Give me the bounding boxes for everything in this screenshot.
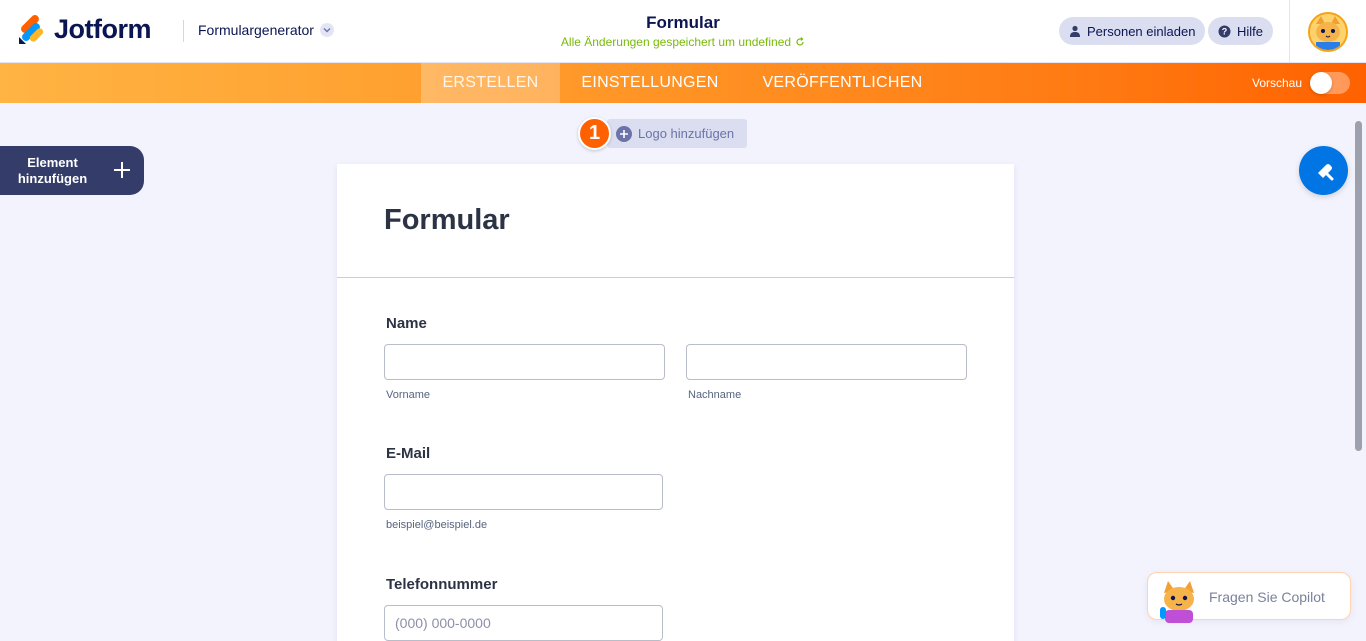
scrollbar[interactable] <box>1355 121 1362 451</box>
email-field[interactable] <box>384 474 663 510</box>
email-sublabel: beispiel@beispiel.de <box>386 519 488 531</box>
name-label[interactable]: Name <box>386 315 427 332</box>
invite-label: Personen einladen <box>1087 23 1196 39</box>
last-name-input[interactable] <box>686 344 967 380</box>
last-name-sublabel: Nachname <box>688 389 742 401</box>
step-number-badge: 1 <box>578 117 611 150</box>
builder-navbar: ERSTELLEN EINSTELLUNGEN VERÖFFENTLICHEN … <box>0 63 1366 103</box>
header-separator <box>1289 0 1290 63</box>
tab-label: EINSTELLUNGEN <box>581 74 719 91</box>
phone-placeholder: (000) 000-0000 <box>395 615 491 631</box>
preview-label: Vorschau <box>1252 76 1303 90</box>
avatar[interactable] <box>1308 12 1348 52</box>
form-heading[interactable]: Formular <box>384 204 510 237</box>
form-header[interactable]: Formular <box>337 164 1014 278</box>
phone-label[interactable]: Telefonnummer <box>386 576 497 593</box>
user-icon <box>1070 25 1080 37</box>
add-logo-button[interactable]: Logo hinzufügen <box>607 119 747 148</box>
tab-erstellen[interactable]: ERSTELLEN <box>421 63 560 103</box>
save-status-text: Alle Änderungen gespeichert um undefined <box>560 35 792 49</box>
toggle-knob <box>1310 72 1332 94</box>
copilot-cat-icon <box>1160 581 1194 623</box>
tab-label: VERÖFFENTLICHEN <box>762 74 923 91</box>
top-header: Jotform Formulargenerator Formular Alle … <box>0 0 1366 63</box>
preview-toggle[interactable] <box>1310 72 1350 94</box>
first-name-input[interactable] <box>384 344 665 380</box>
email-label[interactable]: E-Mail <box>386 445 430 462</box>
add-logo-label: Logo hinzufügen <box>638 126 735 141</box>
help-button[interactable]: ? Hilfe <box>1208 17 1274 45</box>
copilot-button[interactable]: Fragen Sie Copilot <box>1147 572 1351 623</box>
add-element-label: Element hinzufügen <box>17 154 88 186</box>
cat-avatar-icon <box>1310 14 1346 50</box>
save-status: Alle Änderungen gespeichert um undefined <box>561 35 805 49</box>
svg-text:?: ? <box>1222 26 1228 36</box>
form-card: Formular Name Vorname Nachname E-Mail be… <box>337 164 1014 641</box>
help-icon: ? <box>1218 25 1231 37</box>
first-name-sublabel: Vorname <box>386 389 431 401</box>
paint-roller-icon <box>1317 163 1333 180</box>
plus-icon <box>114 162 130 178</box>
add-element-button[interactable]: Element hinzufügen <box>0 146 144 195</box>
tab-label: ERSTELLEN <box>442 74 539 91</box>
tab-veroeffentlichen[interactable]: VERÖFFENTLICHEN <box>740 63 945 103</box>
refresh-icon <box>796 37 804 46</box>
plus-circle-icon <box>616 125 632 142</box>
copilot-label: Fragen Sie Copilot <box>1209 589 1325 605</box>
phone-field[interactable]: (000) 000-0000 <box>384 605 663 641</box>
invite-people-button[interactable]: Personen einladen <box>1059 17 1206 45</box>
form-designer-button[interactable] <box>1299 146 1348 195</box>
tab-einstellungen[interactable]: EINSTELLUNGEN <box>560 63 740 103</box>
help-label: Hilfe <box>1237 23 1264 39</box>
